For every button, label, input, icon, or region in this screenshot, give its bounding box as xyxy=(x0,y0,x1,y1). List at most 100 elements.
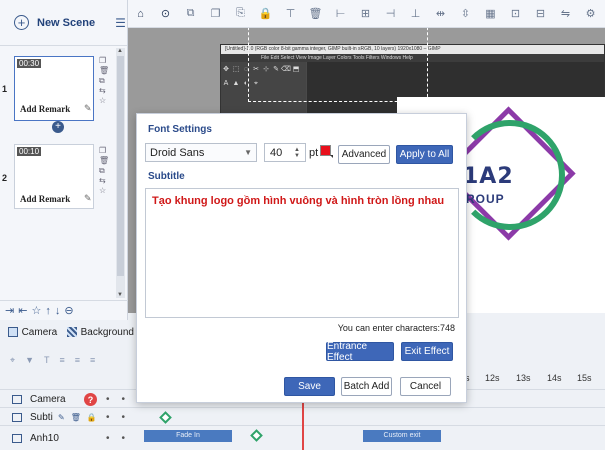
object-bar: Camera Background xyxy=(0,320,140,344)
grid-icon[interactable]: ▦ xyxy=(478,7,503,20)
align-right-icon[interactable]: ⊣ xyxy=(378,7,403,20)
custom-exit-bar[interactable]: Custom exit xyxy=(363,430,441,442)
edit-remark-icon[interactable]: ✎ xyxy=(84,193,92,204)
align-left-icon[interactable]: ⊢ xyxy=(328,7,353,20)
delete-scene-icon[interactable]: 🗑 xyxy=(99,66,109,75)
advanced-button[interactable]: Advanced xyxy=(338,145,390,164)
subtitle-heading: Subtitle xyxy=(148,171,185,182)
transition-icon[interactable]: ⇆ xyxy=(99,86,109,95)
transition-icon[interactable]: ⇆ xyxy=(99,176,109,185)
track-toggles[interactable]: •• xyxy=(106,412,137,423)
scene-number: 2 xyxy=(2,173,8,183)
group-icon[interactable]: ⊡ xyxy=(503,7,528,20)
scene-settings-icon[interactable]: ☰ xyxy=(115,16,126,30)
track-name: Subti xyxy=(30,411,53,423)
move-down-icon[interactable]: ↓ xyxy=(55,305,61,317)
scene-tools: ❐ 🗑 ⧉ ⇆ ☆ xyxy=(99,146,109,195)
paste-icon[interactable]: ⎘ xyxy=(228,7,253,20)
move-up-icon[interactable]: ↑ xyxy=(45,305,51,317)
chevron-down-icon[interactable]: ▼ xyxy=(244,148,252,157)
track-toggles[interactable]: •• xyxy=(106,394,137,405)
duplicate-scene-icon[interactable]: ⧉ xyxy=(99,76,109,85)
top-toolbar: ⌂ ⊙ ⧉ ❐ ⎘ 🔒 ⊤ 🗑 ⊢ ⊞ ⊣ ⊥ ⇹ ⇳ ▦ ⊡ ⊟ ⇋ ⚙ xyxy=(128,0,605,28)
keyframe-diamond[interactable] xyxy=(250,429,263,442)
import-icon[interactable]: ⇥ xyxy=(5,304,14,317)
duplicate-scene-icon[interactable]: ⧉ xyxy=(99,166,109,175)
ungroup-icon[interactable]: ⊟ xyxy=(528,7,553,20)
font-family-value: Droid Sans xyxy=(150,146,205,159)
more-options-icon[interactable]: ⊙ xyxy=(153,7,178,20)
align-top-icon[interactable]: ⊤ xyxy=(278,7,303,20)
keyframe-diamond[interactable] xyxy=(159,411,172,424)
home-icon[interactable]: ⌂ xyxy=(128,8,153,20)
track-name: Anh10 xyxy=(30,432,59,444)
favorite-scene-icon[interactable]: ☆ xyxy=(99,96,109,105)
batch-add-button[interactable]: Batch Add xyxy=(341,377,392,396)
scene-bottom-toolbar: ⇥ ⇤ ☆ ↑ ↓ ⊖ xyxy=(0,300,128,320)
font-color-picker[interactable] xyxy=(320,145,333,158)
entrance-effect-button[interactable]: Entrance Effect xyxy=(326,341,394,363)
edit-remark-icon[interactable]: ✎ xyxy=(84,103,92,114)
font-size-stepper[interactable]: 40 ▲ ▼ xyxy=(264,143,306,162)
exit-effect-button[interactable]: Exit Effect xyxy=(401,342,453,361)
font-family-select[interactable]: Droid Sans ▼ xyxy=(145,143,257,162)
text-icon[interactable]: T xyxy=(44,355,50,365)
subtitle-textarea[interactable]: Tạo khung logo gồm hình vuông và hình tr… xyxy=(145,188,459,318)
crosshair-icon[interactable]: ⌖ xyxy=(10,355,15,366)
scene-duration: 00:30 xyxy=(17,59,42,68)
favorite-scene-icon[interactable]: ☆ xyxy=(99,186,109,195)
scene-tools: ❐ 🗑 ⧉ ⇆ ☆ xyxy=(99,56,109,105)
new-scene-plus-icon[interactable]: + xyxy=(14,15,29,30)
layer-icon[interactable]: ⧉ xyxy=(178,7,203,20)
stepper-arrows-icon[interactable]: ▲ ▼ xyxy=(294,147,300,159)
help-icon[interactable]: ? xyxy=(84,393,97,406)
font-size-value: 40 xyxy=(270,146,283,159)
camera-object-label[interactable]: Camera xyxy=(22,327,58,338)
delete-icon[interactable]: 🗑 xyxy=(303,7,328,20)
timeline-tools: ⌖ ▼ T ≡ ≡ ≡ xyxy=(0,350,140,370)
add-scene-between-button[interactable]: + xyxy=(52,121,64,133)
background-object-label[interactable]: Background xyxy=(81,327,134,338)
scene-remark[interactable]: Add Remark xyxy=(20,194,70,204)
track-toggles[interactable]: •• xyxy=(106,433,137,444)
copy-icon[interactable]: ❐ xyxy=(203,7,228,20)
cancel-button[interactable]: Cancel xyxy=(400,377,451,396)
new-scene-button[interactable]: New Scene xyxy=(37,17,95,29)
delete-scene-icon[interactable]: 🗑 xyxy=(99,156,109,165)
align-icon[interactable]: ≡ xyxy=(60,355,65,365)
copy-scene-icon[interactable]: ❐ xyxy=(99,146,109,155)
scroll-thumb[interactable] xyxy=(117,56,124,276)
align-icon[interactable]: ≡ xyxy=(90,355,95,365)
scroll-down-icon[interactable]: ▼ xyxy=(117,292,123,298)
selection-frame[interactable] xyxy=(248,28,428,102)
lock-icon[interactable]: 🔒 xyxy=(253,7,278,20)
align-middle-icon[interactable]: ⊥ xyxy=(403,7,428,20)
track-actions[interactable]: ✎🗑🔒 xyxy=(58,413,103,422)
filter-icon[interactable]: ▼ xyxy=(25,355,34,365)
flip-icon[interactable]: ⇋ xyxy=(553,7,578,20)
scene-scrollbar[interactable]: ▲ ▼ xyxy=(116,48,125,298)
background-object-icon[interactable] xyxy=(67,327,77,337)
font-unit: pt xyxy=(309,147,319,159)
fade-in-bar[interactable]: Fade In xyxy=(144,430,232,442)
distribute-h-icon[interactable]: ⇹ xyxy=(428,7,453,20)
save-button[interactable]: Save xyxy=(284,377,335,396)
more-icon[interactable]: ⊖ xyxy=(64,304,73,317)
distribute-v-icon[interactable]: ⇳ xyxy=(453,7,478,20)
subtitle-dialog: Font Settings Droid Sans ▼ 40 ▲ ▼ pt Adva… xyxy=(136,113,467,403)
align-icon[interactable]: ≡ xyxy=(75,355,80,365)
settings-icon[interactable]: ⚙ xyxy=(578,7,603,20)
copy-scene-icon[interactable]: ❐ xyxy=(99,56,109,65)
scene-topbar: + New Scene ☰ xyxy=(0,0,127,46)
character-count: You can enter characters:748 xyxy=(337,323,455,333)
export-icon[interactable]: ⇤ xyxy=(18,304,27,317)
subtitle-track-icon xyxy=(12,412,22,422)
apply-to-all-button[interactable]: Apply to All xyxy=(396,145,453,164)
align-center-icon[interactable]: ⊞ xyxy=(353,7,378,20)
scene-remark[interactable]: Add Remark xyxy=(20,104,70,114)
star-icon[interactable]: ☆ xyxy=(31,304,41,317)
logo-text: 1A2 xyxy=(463,164,514,189)
playhead[interactable] xyxy=(302,400,304,450)
scroll-up-icon[interactable]: ▲ xyxy=(117,48,123,54)
camera-object-icon[interactable] xyxy=(8,327,18,337)
